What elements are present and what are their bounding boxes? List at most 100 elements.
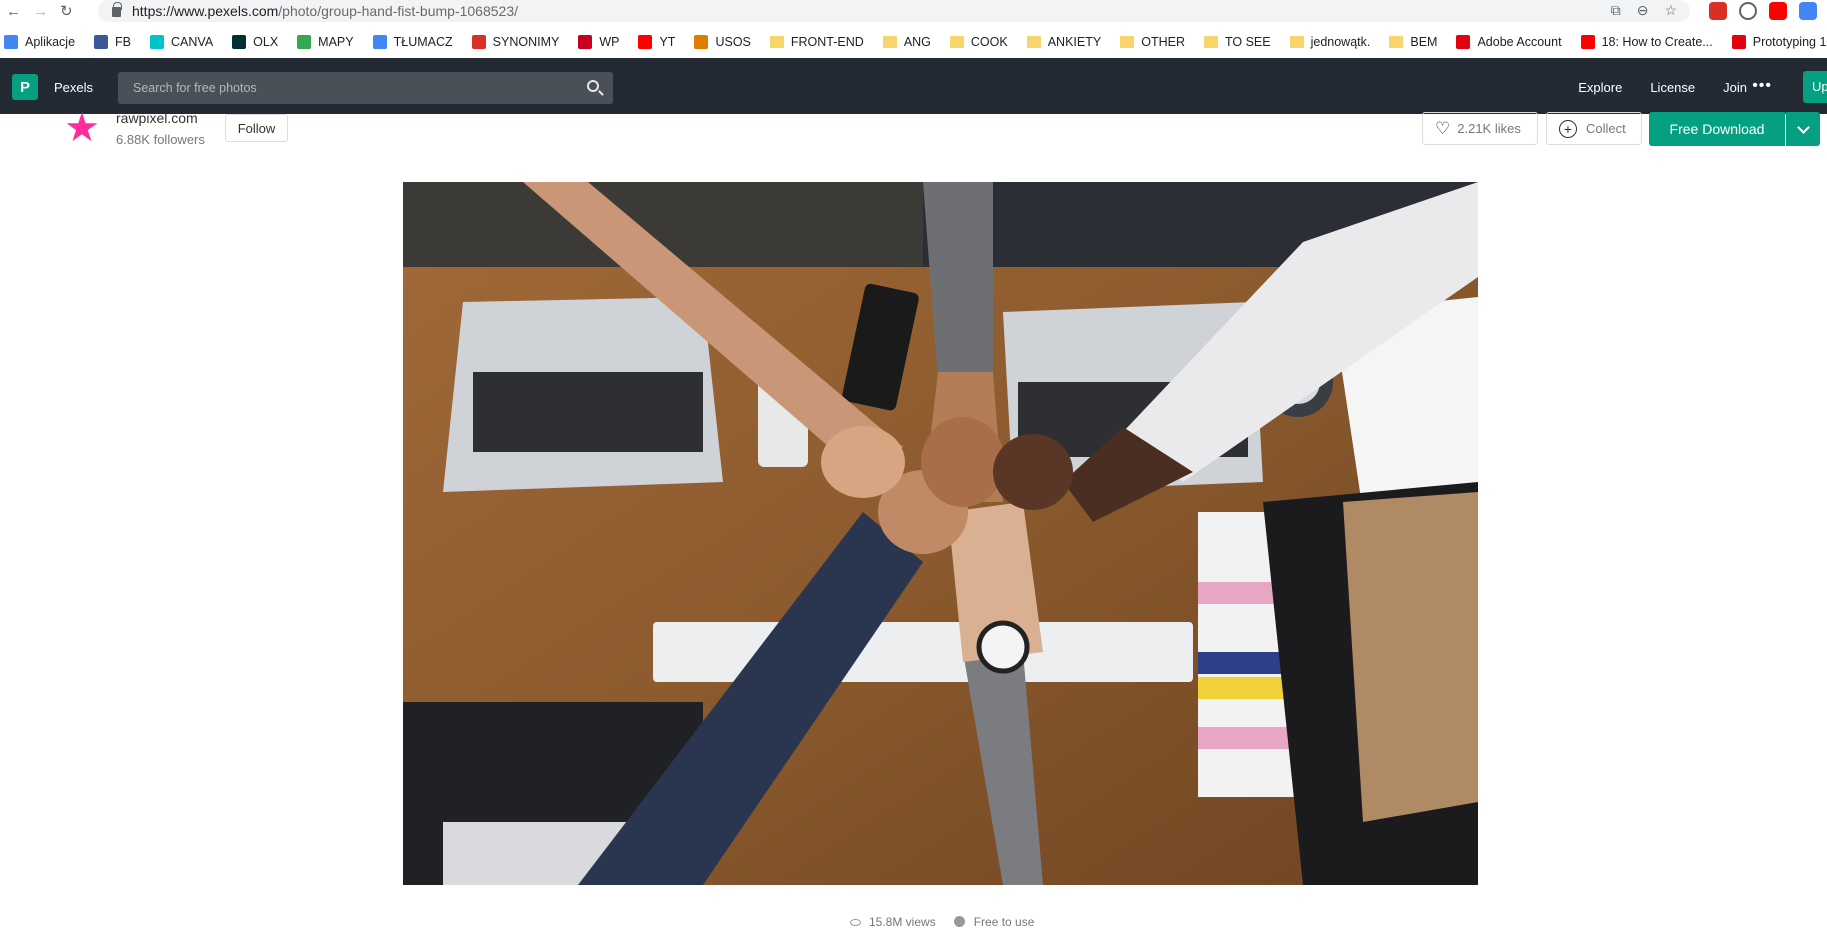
folder-icon [1120,36,1135,48]
bookmark-item[interactable]: OTHER [1120,35,1185,49]
bookmark-item[interactable]: YT [638,35,675,49]
views-stat: 15.8M views [850,915,936,929]
bookmark-item[interactable]: OLX [232,35,278,49]
search-input[interactable] [118,72,558,104]
bookmark-item[interactable]: Prototyping 101: Th... [1731,35,1827,49]
search-bar [118,72,613,104]
bookmark-item[interactable]: MAPY [297,35,354,49]
eye-icon [850,919,861,926]
bookmark-item[interactable]: FRONT-END [769,35,864,49]
bookmark-item[interactable]: 18: How to Create... [1580,35,1713,49]
usos-icon [694,35,709,49]
bookmark-label: CANVA [171,35,214,49]
license-stat[interactable]: Free to use [953,915,1034,929]
react-devtools-icon[interactable] [1739,2,1757,20]
wp-icon [578,35,593,49]
bookmark-label: WP [599,35,620,49]
adobe-icon [1731,35,1746,49]
folder-icon [769,36,784,48]
bookmark-item[interactable]: Adobe Account [1456,35,1562,49]
folder-icon [882,36,897,48]
main-photo[interactable] [403,182,1478,885]
main-nav: Explore License Join [1578,80,1747,95]
bookmark-item[interactable]: SYNONIMY [471,35,559,49]
folder-icon [1289,36,1304,48]
bookmark-star-icon[interactable]: ☆ [1664,2,1677,19]
bookmark-label: TO SEE [1224,35,1271,49]
check-circle-icon [953,916,965,927]
bookmarks-bar: Aplikacje FB CANVA OLX MAPY TŁUMACZ SYNONIMY WP… [0,28,1827,56]
photo-stats: 15.8M views Free to use [850,915,1034,929]
translate-icon[interactable]: ⧉ [1611,2,1621,19]
address-bar-actions: ⧉ ⊖ ☆ [1611,2,1677,19]
more-menu-icon[interactable]: ••• [1752,77,1772,95]
browser-toolbar: ← → ↻ https://www.pexels.com/photo/group… [0,0,1827,22]
author-avatar-star-icon[interactable]: ★ [64,108,100,148]
folder-icon [1203,36,1218,48]
apps-grid-icon [4,35,18,49]
canva-icon [150,35,165,49]
browser-nav: ← → ↻ [0,4,96,19]
bookmark-label: ANG [903,35,931,49]
bookmark-label: FB [115,35,132,49]
bookmark-item[interactable]: ANG [882,35,931,49]
heart-icon: ♡ [1435,118,1451,138]
translate-icon [372,35,387,49]
brand-name[interactable]: Pexels [54,80,93,95]
translate-ext-icon[interactable] [1799,2,1817,20]
follow-button[interactable]: Follow [225,114,288,142]
bookmark-item[interactable]: FB [94,35,131,49]
pexels-logo[interactable]: P [12,74,38,100]
bookmark-item[interactable]: USOS [694,35,751,49]
zoom-icon[interactable]: ⊖ [1637,2,1649,19]
bookmark-label: USOS [715,35,751,49]
bookmark-label: Adobe Account [1477,35,1562,49]
site-header: P Pexels Explore License Join ••• Up [0,58,1827,114]
folder-icon [949,36,964,48]
address-bar[interactable]: https://www.pexels.com/photo/group-hand-… [98,0,1690,22]
youtube-ext-icon[interactable] [1769,2,1787,20]
collect-button[interactable]: + Collect [1546,112,1642,145]
bookmark-label: YT [659,35,676,49]
back-icon[interactable]: ← [6,4,21,19]
download-options-chevron-icon[interactable] [1786,112,1820,146]
bookmark-item[interactable]: WP [578,35,619,49]
bookmark-label: Prototyping 101: Th... [1752,35,1827,49]
bookmark-label: OLX [253,35,279,49]
upload-button[interactable]: Up [1803,71,1827,103]
bookmark-label: TŁUMACZ [393,35,453,49]
maps-icon [297,35,312,49]
bookmark-item[interactable]: TŁUMACZ [372,35,453,49]
reload-icon[interactable]: ↻ [60,4,73,19]
bookmark-item[interactable]: CANVA [150,35,213,49]
forward-icon[interactable]: → [33,4,48,19]
bookmark-item[interactable]: TO SEE [1203,35,1271,49]
bookmark-item[interactable]: COOK [949,35,1008,49]
bookmark-item[interactable]: BEM [1389,35,1437,49]
free-download-button[interactable]: Free Download [1649,112,1785,146]
collect-label: Collect [1586,121,1626,136]
search-icon[interactable] [587,80,599,92]
bookmark-label: 18: How to Create... [1601,35,1713,49]
nav-license[interactable]: License [1650,80,1695,95]
followers-count: 6.88K followers [116,132,205,147]
author-name[interactable]: rawpixel.com [116,110,198,126]
youtube-icon [1580,35,1595,49]
olx-icon [232,35,247,49]
bookmark-label: BEM [1410,35,1438,49]
bookmark-item[interactable]: Aplikacje [4,35,75,49]
url-text[interactable]: https://www.pexels.com/photo/group-hand-… [132,3,518,19]
facebook-icon [94,35,109,49]
bookmark-label: Aplikacje [25,35,76,49]
like-button[interactable]: ♡ 2.21K likes [1422,112,1538,145]
bookmark-item[interactable]: ANKIETY [1026,35,1101,49]
nav-explore[interactable]: Explore [1578,80,1622,95]
folder-icon [1026,36,1041,48]
bookmark-label: jednowątk. [1310,35,1371,49]
bookmark-label: COOK [970,35,1008,49]
bookmark-item[interactable]: jednowątk. [1289,35,1371,49]
nav-join[interactable]: Join [1723,80,1747,95]
extension-badge-icon[interactable] [1709,2,1727,20]
bookmark-label: FRONT-END [790,35,864,49]
folder-icon [1389,36,1404,48]
